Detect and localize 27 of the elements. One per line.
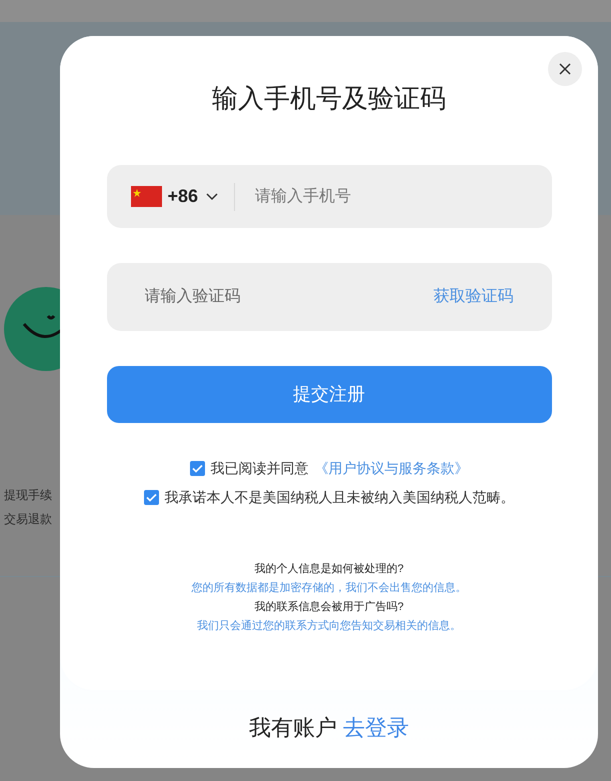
submit-button[interactable]: 提交注册 (106, 366, 552, 423)
agreement-text: 我承诺本人不是美国纳税人且未被纳入美国纳税人范畴。 (164, 488, 514, 507)
country-code[interactable]: +86 (168, 183, 198, 210)
code-field[interactable]: 请输入验证码 获取验证码 (106, 263, 552, 331)
terms-link[interactable]: 《用户协议与服务条款》 (314, 458, 468, 479)
close-icon (559, 63, 571, 75)
agreement-text: 我已阅读并同意 (210, 459, 308, 478)
faq-question: 我的个人信息是如何被处理的? (254, 562, 404, 577)
phone-field[interactable]: +86 请输入手机号 (106, 165, 552, 228)
faq-answer: 您的所有数据都是加密存储的，我们不会出售您的信息。 (192, 580, 466, 596)
get-code-link[interactable]: 获取验证码 (434, 285, 514, 309)
login-link[interactable]: 去登录 (343, 710, 409, 744)
faq-question: 我的联系信息会被用于广告吗? (254, 600, 404, 615)
footer-text: 我有账户 (249, 714, 337, 742)
check-icon (146, 493, 156, 502)
phone-input[interactable]: 请输入手机号 (255, 184, 528, 208)
code-input[interactable]: 请输入验证码 (144, 285, 434, 309)
close-button[interactable] (548, 52, 582, 86)
background-text: 交易退款 (4, 511, 52, 528)
flag-icon (130, 186, 162, 207)
check-icon (192, 464, 202, 473)
checkbox[interactable] (190, 461, 204, 476)
chevron-down-icon (206, 192, 218, 200)
faq-answer: 我们只会通过您的联系方式向您告知交易相关的信息。 (197, 618, 461, 634)
checkbox[interactable] (144, 490, 158, 505)
dialog-title: 输入手机号及验证码 (212, 82, 446, 114)
background-text: 提现手续 (4, 487, 52, 504)
